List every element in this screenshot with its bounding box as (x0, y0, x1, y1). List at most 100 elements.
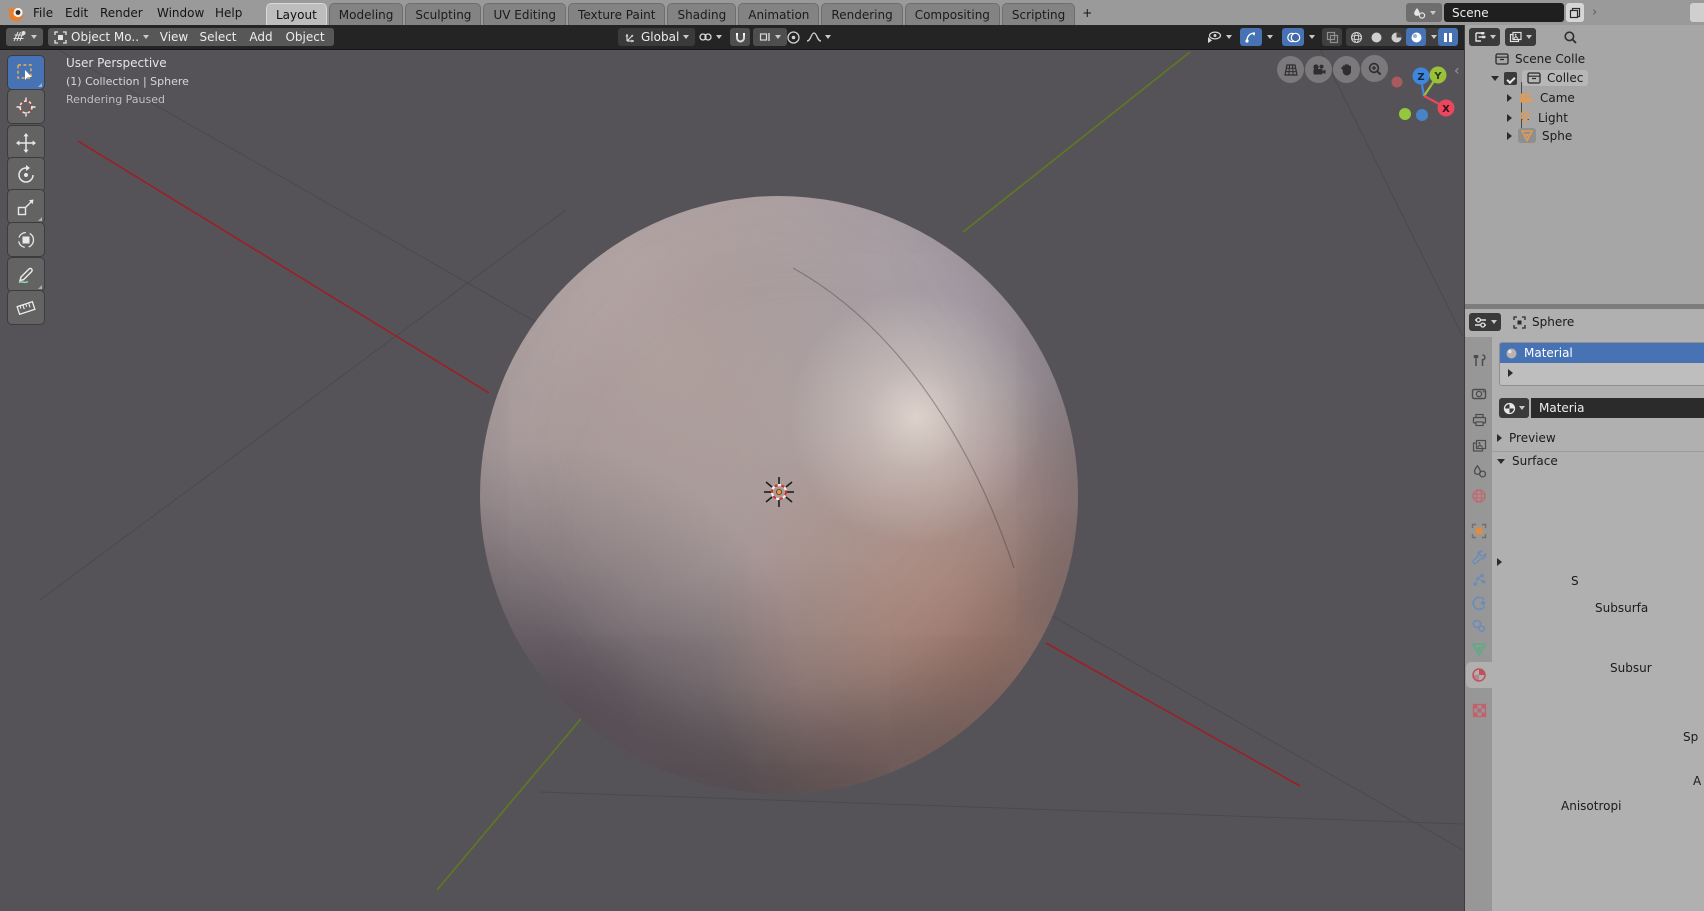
transform-orientation-dropdown[interactable]: Global (618, 28, 695, 46)
editor-type-dropdown[interactable] (6, 28, 43, 46)
snap-toggle-button[interactable] (730, 28, 750, 46)
snap-target-dropdown[interactable] (698, 28, 722, 46)
camera-view-button[interactable] (1305, 56, 1332, 83)
row-label: Sphe (1542, 129, 1572, 143)
slot-list-expand-icon[interactable] (1508, 369, 1513, 377)
expand-arrow-icon[interactable] (1491, 76, 1499, 81)
tool-move[interactable] (7, 125, 45, 160)
collection-icon (1527, 72, 1541, 84)
render-pause-button[interactable] (1438, 28, 1458, 46)
tab-tool[interactable] (1466, 347, 1492, 373)
proportional-edit-toggle[interactable] (786, 28, 801, 46)
chevron-down-icon (1430, 11, 1436, 15)
tab-output[interactable] (1466, 407, 1492, 433)
axis-gizmo[interactable]: Z Y X (1390, 62, 1460, 132)
tab-object[interactable] (1466, 518, 1492, 544)
tab-view-layer[interactable] (1466, 433, 1492, 459)
menu-window[interactable]: Window (149, 0, 212, 25)
snap-element-dropdown[interactable] (753, 28, 787, 46)
browse-material-dropdown[interactable] (1499, 398, 1529, 418)
tool-box-select[interactable] (7, 55, 45, 90)
material-slot-item[interactable]: Material (1500, 343, 1704, 363)
shading-solid-button[interactable] (1366, 28, 1386, 46)
xray-toggle[interactable] (1322, 28, 1342, 46)
tool-cursor[interactable] (7, 89, 45, 124)
new-scene-button[interactable] (1566, 3, 1584, 22)
tab-scripting[interactable]: Scripting (1002, 3, 1075, 25)
tool-measure[interactable] (7, 290, 45, 325)
outliner-row-collection[interactable]: Collec (1491, 70, 1588, 86)
tab-world[interactable] (1466, 483, 1492, 509)
row-label: Collec (1547, 71, 1583, 85)
zoom-view-button[interactable] (1361, 55, 1388, 82)
pan-view-button[interactable] (1333, 56, 1360, 83)
menu-file[interactable]: File (25, 0, 61, 25)
scene-name-field[interactable]: Scene (1444, 3, 1564, 22)
tab-modeling[interactable]: Modeling (329, 3, 404, 25)
view-layer-partial-button[interactable] (1690, 3, 1704, 22)
object-menu[interactable]: Object (276, 28, 334, 46)
overlays-dropdown[interactable] (1309, 35, 1315, 39)
outliner-display-mode-dropdown[interactable] (1505, 28, 1536, 46)
tab-animation[interactable]: Animation (738, 3, 819, 25)
mode-dropdown[interactable]: Object Mo.. (48, 28, 156, 46)
scale-icon (15, 196, 37, 218)
tab-texture[interactable] (1466, 697, 1492, 723)
perspective-toggle-button[interactable] (1277, 56, 1304, 83)
tab-compositing[interactable]: Compositing (905, 3, 1000, 25)
properties-editor-type-dropdown[interactable] (1469, 313, 1501, 331)
outliner-row-camera[interactable]: Came (1507, 91, 1575, 105)
outliner-row-light[interactable]: Light (1507, 110, 1568, 125)
gizmos-dropdown[interactable] (1267, 35, 1273, 39)
scene-properties-dropdown[interactable] (1406, 3, 1442, 22)
preview-panel-header[interactable]: Preview (1497, 431, 1556, 445)
tab-rendering[interactable]: Rendering (821, 3, 902, 25)
menu-edit[interactable]: Edit (57, 0, 96, 25)
tab-sculpting[interactable]: Sculpting (405, 3, 481, 25)
collection-checkbox[interactable] (1504, 72, 1517, 85)
mode-label: Object Mo.. (71, 30, 139, 44)
tool-annotate[interactable] (7, 257, 45, 292)
viewport-3d[interactable] (0, 49, 1463, 911)
shading-rendered-button[interactable] (1406, 28, 1426, 46)
preview-panel-label: Preview (1509, 431, 1556, 445)
shading-dropdown[interactable] (1431, 35, 1437, 39)
overlays-toggle[interactable] (1282, 28, 1304, 46)
tool-rotate[interactable] (7, 157, 45, 192)
add-workspace-button[interactable]: + (1077, 0, 1097, 25)
shading-material-button[interactable] (1386, 28, 1406, 46)
hand-icon (1339, 62, 1354, 77)
outliner-search-icon[interactable] (1563, 30, 1578, 45)
panel-separator (1492, 451, 1704, 452)
tool-scale[interactable] (7, 189, 45, 224)
cursor-tool-icon (15, 96, 37, 118)
show-object-types-dropdown[interactable] (1206, 28, 1232, 46)
expand-arrow-icon[interactable] (1507, 132, 1512, 140)
outliner-row-sphere[interactable]: Sphe (1507, 128, 1572, 143)
gizmos-toggle[interactable] (1240, 28, 1262, 46)
tab-material[interactable] (1466, 662, 1492, 688)
outliner-row-scene-collection[interactable]: Scene Colle (1495, 52, 1585, 66)
tool-transform[interactable] (7, 222, 45, 257)
shading-wireframe-button[interactable] (1346, 28, 1366, 46)
row-label: Light (1538, 111, 1568, 125)
outliner-editor-type-dropdown[interactable] (1469, 28, 1500, 46)
menu-render[interactable]: Render (92, 0, 151, 25)
expand-arrow-icon[interactable] (1507, 114, 1512, 122)
material-name-field[interactable]: Materia (1531, 398, 1704, 418)
tab-uv-editing[interactable]: UV Editing (483, 3, 566, 25)
chevron-down-icon (1526, 35, 1532, 39)
tab-render[interactable] (1466, 381, 1492, 407)
tab-layout[interactable]: Layout (266, 3, 327, 25)
blender-logo-icon[interactable] (5, 2, 27, 24)
surface-panel-header[interactable]: Surface (1497, 454, 1558, 468)
expand-arrow-icon[interactable] (1507, 94, 1512, 102)
tab-texture-paint[interactable]: Texture Paint (568, 3, 665, 25)
proportional-falloff-dropdown[interactable] (806, 28, 831, 46)
panel-collapse-chevron[interactable]: ‹ (1454, 63, 1460, 79)
menu-help[interactable]: Help (207, 0, 250, 25)
tab-scene[interactable] (1466, 458, 1492, 484)
tab-object-data[interactable] (1466, 636, 1492, 662)
shader-expand-arrow[interactable] (1497, 558, 1502, 566)
tab-shading[interactable]: Shading (667, 3, 736, 25)
